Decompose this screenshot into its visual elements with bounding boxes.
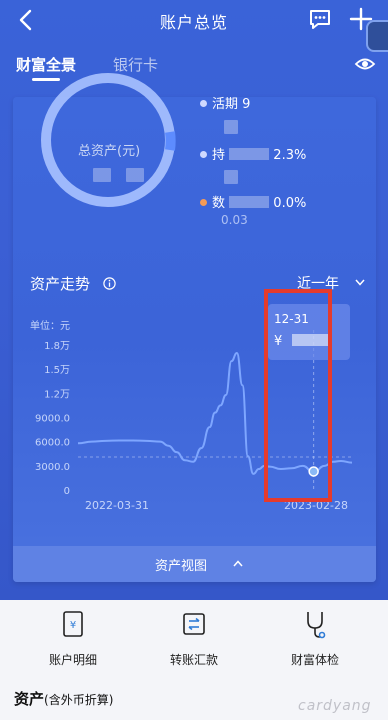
message-icon[interactable]	[308, 8, 332, 30]
chart-unit-label: 单位：元	[30, 319, 70, 332]
action-label: 转账汇款	[169, 653, 218, 667]
y-tick-label: 6000.0	[35, 438, 70, 449]
asset-view-toggle[interactable]: 资产视图	[13, 546, 376, 582]
legend-label: 活期 9	[212, 97, 251, 112]
legend-dot	[200, 199, 207, 206]
x-tick-label: 2022-03-31	[85, 499, 149, 512]
assets-title: 资产	[14, 690, 45, 708]
wealth-checkup-button[interactable]: 财富体检	[267, 608, 363, 668]
svg-text:¥: ¥	[70, 620, 76, 631]
assets-section-header: 资产(含外币折算)	[14, 688, 113, 709]
action-label: 财富体检	[290, 653, 339, 667]
eye-icon[interactable]	[354, 54, 376, 74]
obscured-value	[126, 168, 144, 182]
obscured-value	[93, 168, 111, 182]
legend-item-demand: 活期 9	[200, 93, 250, 112]
legend-label: 数	[212, 196, 226, 211]
donut-segment	[165, 131, 176, 151]
watermark: cardyang	[298, 698, 372, 714]
legend-dot	[200, 100, 207, 107]
account-detail-button[interactable]: ¥ 账户明细	[25, 608, 121, 668]
annotation-highlight-box	[264, 289, 332, 502]
donut-center-label: 总资产(元)	[78, 144, 141, 159]
top-nav-bar: 账户总览	[0, 0, 388, 40]
legend-value: 0.0%	[273, 196, 307, 211]
assets-note: (含外币折算)	[44, 693, 114, 707]
chevron-up-icon	[233, 560, 243, 567]
trend-title: 资产走势	[30, 275, 91, 293]
legend-value: 2.3%	[273, 148, 307, 163]
legend-sub-value: 0.03	[221, 213, 248, 227]
obscured-value	[224, 170, 238, 184]
y-tick-label: 9000.0	[35, 414, 70, 425]
chevron-down-icon[interactable]	[355, 279, 365, 286]
legend-label: 持	[212, 148, 226, 163]
action-label: 账户明细	[48, 653, 97, 667]
obscured-value	[229, 196, 270, 208]
y-tick-label: 1.5万	[44, 365, 70, 376]
y-tick-label: 1.8万	[44, 341, 70, 352]
y-tick-label: 0	[64, 486, 70, 497]
quick-actions: ¥ 账户明细 转账汇款 财富体检	[0, 600, 388, 680]
y-tick-label: 1.2万	[44, 389, 70, 400]
legend-item-digital: 数 0.0%	[200, 192, 306, 211]
transfer-button[interactable]: 转账汇款	[146, 608, 242, 668]
legend-dot	[200, 151, 207, 158]
obscured-value	[229, 148, 270, 160]
info-icon[interactable]	[103, 277, 116, 290]
y-tick-label: 3000.0	[35, 462, 70, 473]
transfer-icon	[183, 613, 205, 635]
legend-item-holdings: 持 2.3%	[200, 144, 306, 163]
obscured-value	[224, 120, 238, 134]
asset-view-label: 资产视图	[155, 559, 208, 574]
account-detail-icon: ¥	[63, 611, 83, 637]
stethoscope-icon	[307, 612, 326, 639]
